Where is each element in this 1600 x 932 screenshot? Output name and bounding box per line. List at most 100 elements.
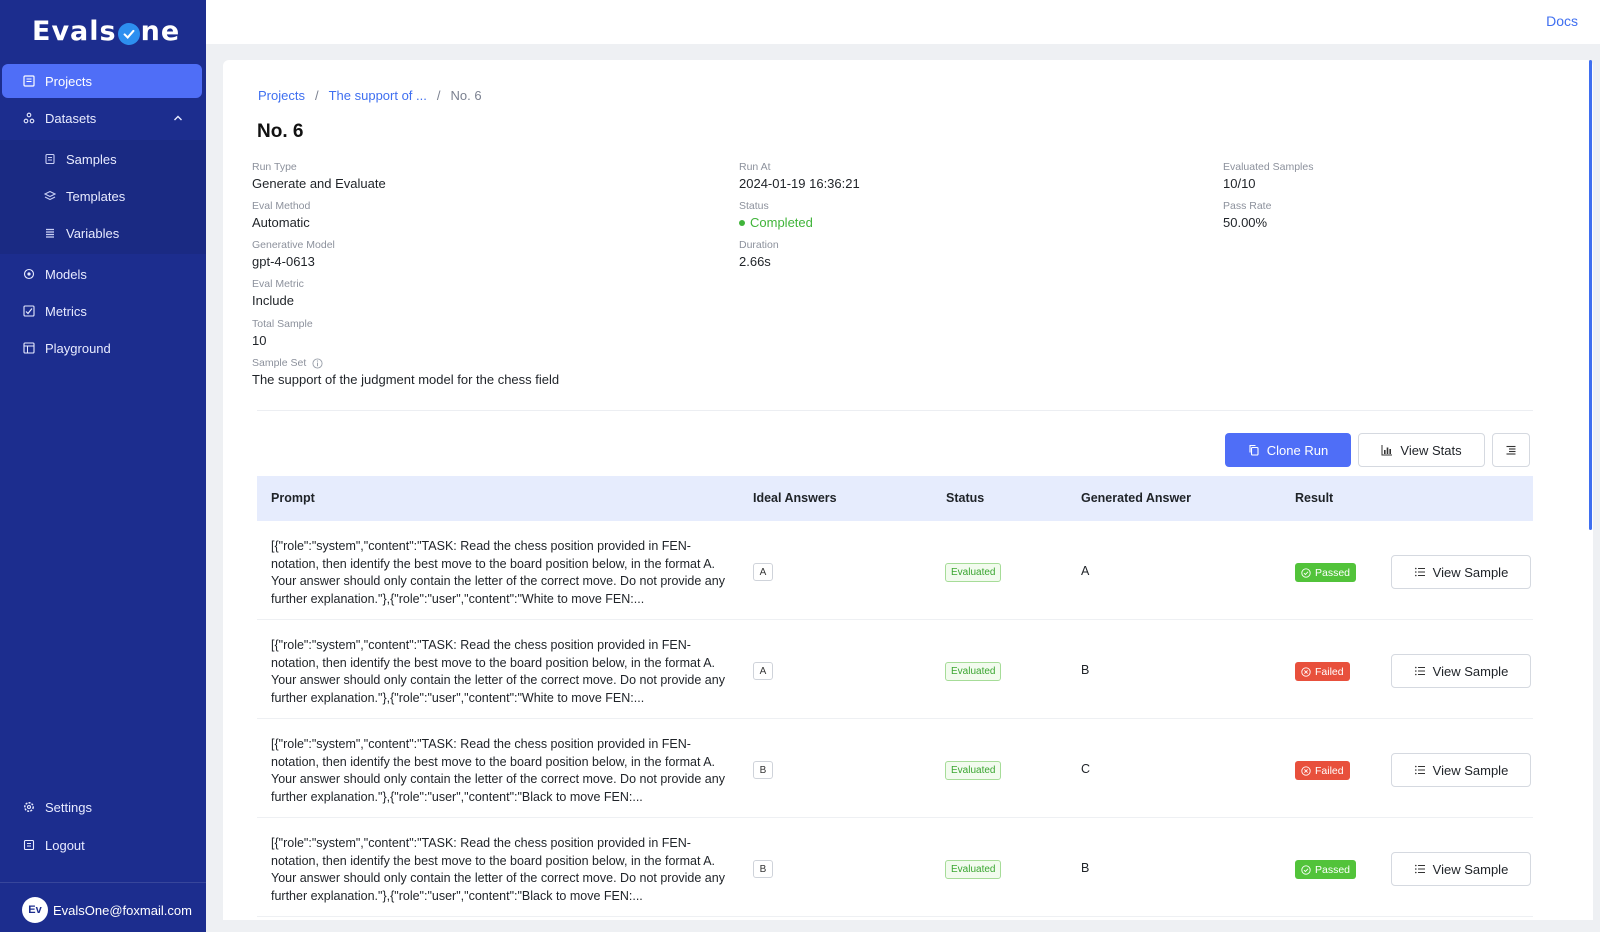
field-label: Sample Set xyxy=(252,356,559,370)
list-icon xyxy=(1414,567,1425,577)
check-circle-icon xyxy=(1301,567,1311,578)
table-row: [{"role":"system","content":"TASK: Read … xyxy=(257,719,1533,818)
sidebar-item-playground[interactable]: Playground xyxy=(2,331,202,365)
x-circle-icon xyxy=(1301,666,1311,677)
view-sample-label: View Sample xyxy=(1432,762,1509,778)
section-divider xyxy=(257,410,1533,411)
sidebar-item-settings[interactable]: Settings xyxy=(2,790,202,824)
status-badge: Evaluated xyxy=(945,563,1002,582)
field-label: Status xyxy=(739,200,769,212)
sidebar-item-logout[interactable]: Logout xyxy=(2,828,202,862)
result-badge: Passed xyxy=(1295,563,1357,582)
table-row: [{"role":"system","content":"TASK: Read … xyxy=(257,818,1533,917)
field-eval-metric: Eval Metric Include xyxy=(252,277,304,309)
sidebar-item-label: Settings xyxy=(45,799,92,815)
status-badge: Evaluated xyxy=(945,860,1002,879)
column-settings-button[interactable] xyxy=(1492,433,1530,467)
table-header: Prompt Ideal Answers Status Generated An… xyxy=(257,476,1533,521)
column-header-generated: Generated Answer xyxy=(1081,491,1191,505)
view-sample-button[interactable]: View Sample xyxy=(1391,555,1531,589)
table-row: [{"role":"system","content":"TASK: Read … xyxy=(257,620,1533,719)
field-label: Duration xyxy=(739,239,779,251)
field-value: 10 xyxy=(252,333,267,348)
models-icon xyxy=(22,267,36,281)
user-profile[interactable]: Ev EvalsOne@foxmail.com xyxy=(22,897,192,923)
sidebar-item-projects[interactable]: Projects xyxy=(2,64,202,98)
view-sample-button[interactable]: View Sample xyxy=(1391,654,1531,688)
breadcrumb-current: No. 6 xyxy=(450,88,482,103)
user-email: EvalsOne@foxmail.com xyxy=(53,902,192,918)
generated-answer: C xyxy=(1081,762,1091,776)
sidebar-item-variables[interactable]: Variables xyxy=(2,216,202,250)
sidebar-item-label: Playground xyxy=(45,340,111,356)
docs-link[interactable]: Docs xyxy=(1546,13,1578,29)
sidebar-item-samples[interactable]: Samples xyxy=(2,142,202,176)
view-sample-button[interactable]: View Sample xyxy=(1391,753,1531,787)
samples-table: Prompt Ideal Answers Status Generated An… xyxy=(257,476,1533,917)
breadcrumb-projects[interactable]: Projects xyxy=(258,88,305,103)
view-sample-label: View Sample xyxy=(1432,663,1509,679)
result-label: Failed xyxy=(1315,764,1344,777)
field-label: Run At xyxy=(739,161,771,173)
info-icon[interactable] xyxy=(312,357,323,369)
status-badge: Evaluated xyxy=(945,761,1002,780)
avatar: Ev xyxy=(22,897,48,923)
sidebar-item-label: Datasets xyxy=(45,110,97,126)
chevron-up-icon[interactable] xyxy=(172,112,184,124)
view-stats-label: View Stats xyxy=(1400,442,1462,458)
sidebar-item-label: Models xyxy=(45,266,87,282)
column-header-ideal: Ideal Answers xyxy=(753,491,837,505)
sidebar-item-label: Metrics xyxy=(45,303,87,319)
field-value: Completed xyxy=(739,214,813,231)
field-value: Automatic xyxy=(252,215,310,230)
breadcrumb-separator: / xyxy=(436,88,441,103)
result-badge: Passed xyxy=(1295,860,1357,879)
result-badge: Failed xyxy=(1295,662,1350,681)
x-circle-icon xyxy=(1301,765,1311,776)
list-icon xyxy=(1414,666,1425,676)
sidebar-item-datasets[interactable]: Datasets xyxy=(2,101,202,135)
table-row: [{"role":"system","content":"TASK: Read … xyxy=(257,521,1533,620)
ideal-answer-badge: B xyxy=(753,860,773,878)
sidebar-item-label: Variables xyxy=(66,225,120,241)
sidebar-item-templates[interactable]: Templates xyxy=(2,179,202,213)
sidebar-item-models[interactable]: Models xyxy=(2,257,202,291)
column-header-prompt: Prompt xyxy=(271,491,315,505)
logo-text-left: Evals xyxy=(32,16,117,47)
list-icon xyxy=(1414,765,1425,775)
view-stats-button[interactable]: View Stats xyxy=(1358,433,1485,467)
bar-chart-icon xyxy=(1381,445,1393,456)
check-circle-icon xyxy=(1301,864,1311,875)
list-settings-icon xyxy=(1506,445,1516,455)
sidebar-item-label: Logout xyxy=(45,837,85,853)
result-label: Passed xyxy=(1315,863,1351,876)
app-logo[interactable]: Evals ne xyxy=(32,16,180,47)
view-sample-button[interactable]: View Sample xyxy=(1391,852,1531,886)
logo-check-icon xyxy=(117,22,140,45)
view-sample-label: View Sample xyxy=(1432,861,1509,877)
column-header-status: Status xyxy=(946,491,985,505)
generated-answer: A xyxy=(1081,564,1090,578)
field-label: Evaluated Samples xyxy=(1223,161,1314,173)
field-evaluated-samples: Evaluated Samples 10/10 xyxy=(1223,160,1313,192)
ideal-answer-badge: B xyxy=(753,761,773,779)
field-generative-model: Generative Model gpt-4-0613 xyxy=(252,238,335,270)
result-label: Passed xyxy=(1315,566,1351,579)
result-label: Failed xyxy=(1315,665,1344,678)
page-bottom-edge xyxy=(206,920,1600,932)
playground-icon xyxy=(22,341,36,355)
scrollbar[interactable] xyxy=(1589,60,1592,530)
sidebar-item-label: Projects xyxy=(45,73,92,89)
prompt-cell: [{"role":"system","content":"TASK: Read … xyxy=(271,638,725,706)
sidebar-item-metrics[interactable]: Metrics xyxy=(2,294,202,328)
field-value: gpt-4-0613 xyxy=(252,254,315,269)
top-bar: Docs xyxy=(206,0,1600,44)
ideal-answer-badge: A xyxy=(753,563,773,581)
field-status: Status Completed xyxy=(739,199,813,231)
breadcrumb-project[interactable]: The support of ... xyxy=(329,88,427,103)
copy-icon xyxy=(1249,444,1259,456)
field-label-text: Sample Set xyxy=(252,357,307,369)
column-header-result: Result xyxy=(1295,491,1334,505)
field-total-sample: Total Sample 10 xyxy=(252,317,313,349)
clone-run-button[interactable]: Clone Run xyxy=(1225,433,1351,467)
